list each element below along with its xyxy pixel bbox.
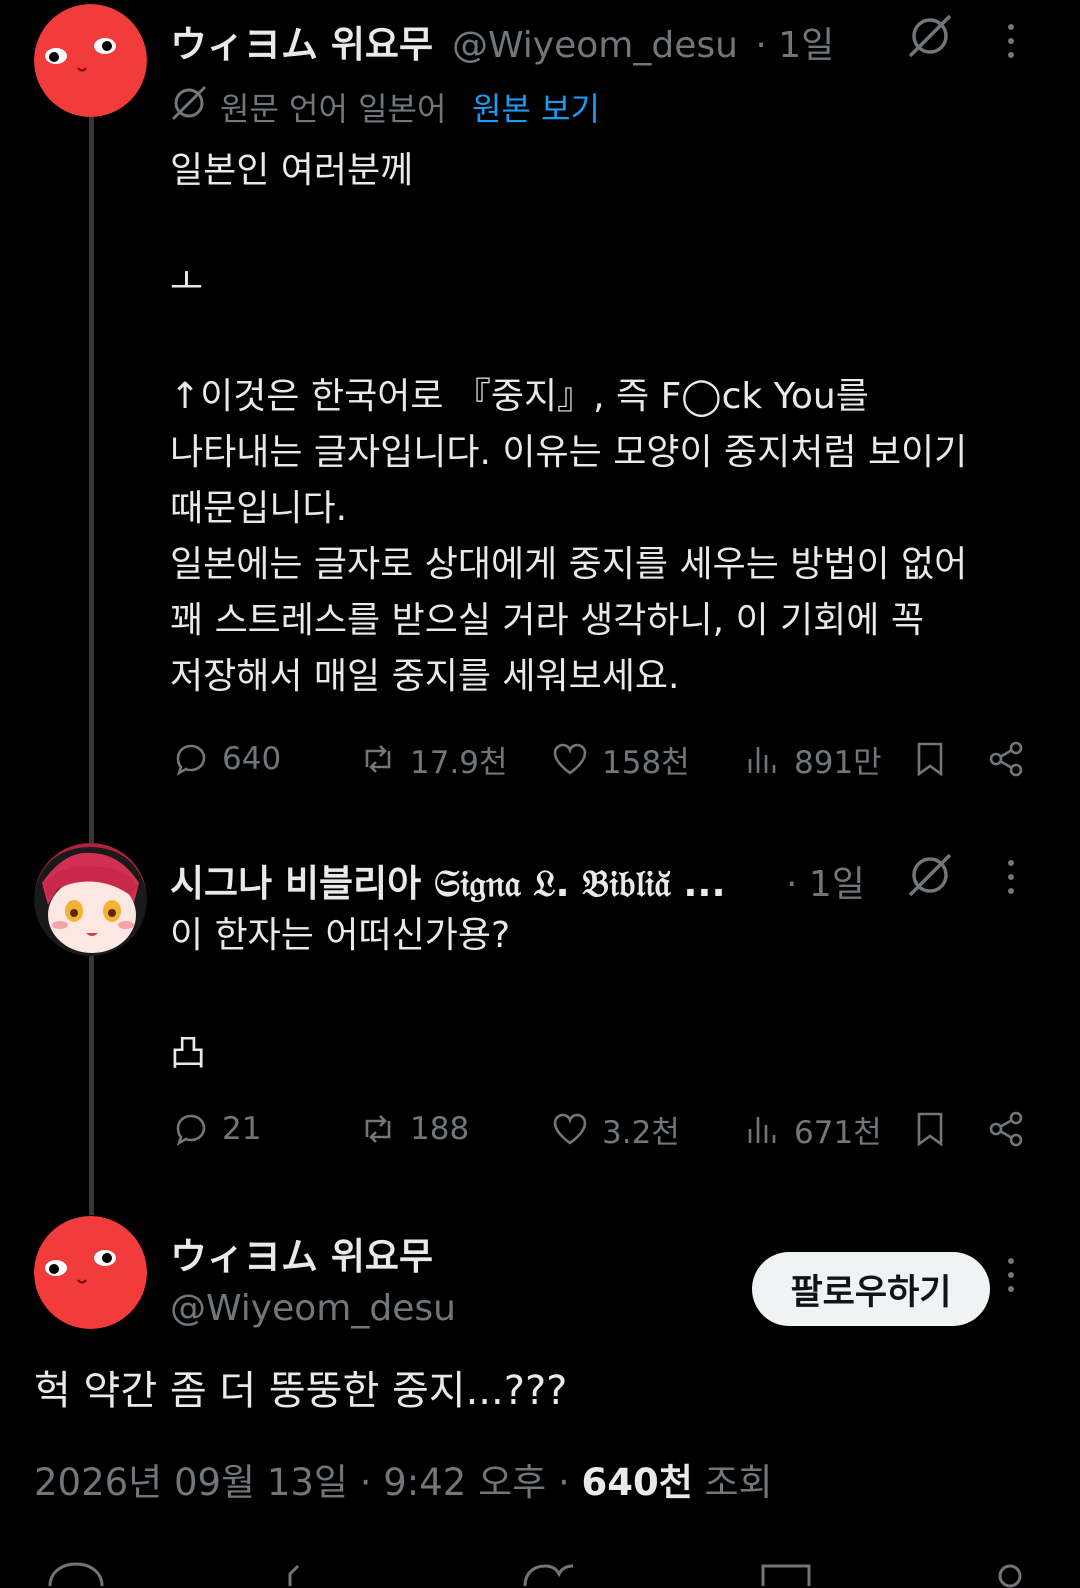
show-original-link[interactable]: 원본 보기 <box>472 84 600 130</box>
author-name[interactable]: ウィヨム 위요무 <box>170 1226 433 1280</box>
views-count: 891만 <box>794 744 882 781</box>
retweet-count: 17.9천 <box>410 744 508 781</box>
reply-icon <box>176 1114 206 1146</box>
retweet-icon <box>365 745 391 773</box>
reply-icon[interactable] <box>48 1562 104 1587</box>
share-button[interactable] <box>986 734 1026 784</box>
text-line: 이 한자는 어떠신가용? <box>170 915 511 956</box>
avatar[interactable] <box>34 1216 147 1329</box>
text-line: 때문입니다. <box>170 488 348 529</box>
reply-count: 640 <box>222 741 282 777</box>
more-options-icon[interactable] <box>1006 860 1016 902</box>
text-line: 나타내는 글자입니다. 이유는 모양이 중지처럼 보이기 <box>170 432 968 473</box>
grok-icon[interactable] <box>906 851 954 903</box>
post-date[interactable]: 2026년 09월 13일 · 9:42 오후 · <box>34 1461 581 1504</box>
reply-button[interactable]: 640 <box>170 734 281 784</box>
tweet-text: 일본인 여러분께 ㅗ ↑이것은 한국어로 『중지』, 즉 F◯ck You를 나… <box>170 143 1040 705</box>
retweet-button[interactable]: 188 <box>358 1104 469 1154</box>
handle-text[interactable]: @Wiyeom_desu <box>452 25 738 66</box>
tweet-actions: 21 188 3.2천 671천 <box>170 1104 1040 1154</box>
reply-icon <box>176 744 206 776</box>
like-button[interactable]: 3.2천 <box>550 1104 680 1154</box>
heart-icon <box>553 1113 587 1145</box>
retweet-count: 188 <box>410 1111 470 1147</box>
like-count: 3.2천 <box>602 1114 680 1151</box>
tweet-text: 헉 약간 좀 더 뚱뚱한 중지...??? <box>34 1368 568 1414</box>
views-icon <box>748 1117 776 1143</box>
heart-icon[interactable] <box>523 1564 574 1587</box>
views-label: 조회 <box>692 1461 773 1504</box>
follow-button[interactable]: 팔로우하기 <box>752 1252 990 1326</box>
grok-icon[interactable] <box>906 12 954 64</box>
bookmark-button[interactable] <box>910 734 950 784</box>
post-meta: 2026년 09월 13일 · 9:42 오후 · 640천 조회 <box>34 1452 773 1506</box>
bookmark-icon <box>917 742 943 777</box>
bookmark-button[interactable] <box>910 1104 950 1154</box>
retweet-icon[interactable] <box>288 1564 300 1586</box>
translation-note: 원문 언어 일본어 <box>220 90 447 128</box>
text-line <box>170 964 1040 1020</box>
post-time[interactable]: · 1일 <box>786 855 865 907</box>
like-button[interactable]: 158천 <box>550 734 690 784</box>
text-line: ↑이것은 한국어로 『중지』, 즉 F◯ck You를 <box>170 376 869 417</box>
retweet-icon <box>365 1115 391 1143</box>
bookmark-icon <box>917 1112 943 1147</box>
post-time[interactable]: · 1일 <box>755 25 834 66</box>
share-button[interactable] <box>986 1104 1026 1154</box>
avatar[interactable] <box>34 843 147 956</box>
text-line: 꽤 스트레스를 받으실 거라 생각하니, 이 기회에 꼭 <box>170 600 924 641</box>
share-icon[interactable] <box>998 1564 1022 1588</box>
heart-icon <box>553 743 587 775</box>
author-handle[interactable]: @Wiyeom_desu · 1일 <box>452 16 834 68</box>
translate-icon <box>170 84 208 126</box>
share-icon <box>989 741 1023 777</box>
tweet-actions: 640 17.9천 158천 891만 <box>170 734 1040 784</box>
views-button[interactable]: 891만 <box>742 734 882 784</box>
reply-button[interactable]: 21 <box>170 1104 261 1154</box>
more-options-icon[interactable] <box>1006 24 1016 66</box>
avatar[interactable] <box>34 4 147 117</box>
reply-count: 21 <box>222 1111 262 1147</box>
thread-line <box>89 115 94 1215</box>
text-line <box>170 311 1040 367</box>
views-button[interactable]: 671천 <box>742 1104 882 1154</box>
tweet-text: 이 한자는 어떠신가용? 凸 <box>170 908 1040 1082</box>
author-name[interactable]: ウィヨム 위요무 <box>170 14 433 68</box>
views-count: 640천 <box>581 1461 693 1504</box>
text-line: 일본에는 글자로 상대에게 중지를 세우는 방법이 없어 <box>170 544 968 585</box>
text-line <box>170 199 1040 255</box>
bookmark-icon[interactable] <box>761 1564 811 1586</box>
views-count: 671천 <box>794 1114 882 1151</box>
author-handle[interactable]: @Wiyeom_desu <box>170 1288 456 1329</box>
share-icon <box>989 1111 1023 1147</box>
more-options-icon[interactable] <box>1006 1258 1016 1300</box>
like-count: 158천 <box>602 744 690 781</box>
views-icon <box>748 747 776 773</box>
retweet-button[interactable]: 17.9천 <box>358 734 508 784</box>
text-line: ㅗ <box>170 262 204 303</box>
text-line: 일본인 여러분께 <box>170 150 414 191</box>
text-line: 저장해서 매일 중지를 세워보세요. <box>170 656 680 697</box>
author-name[interactable]: 시그나 비블리아 𝔖𝔦𝔤𝔫𝔞 𝔏. 𝔅𝔦𝔟𝔩𝔦𝔞̆ ... <box>170 853 760 907</box>
bottom-actions-peek <box>0 1556 1080 1588</box>
text-line: 凸 <box>170 1033 207 1074</box>
